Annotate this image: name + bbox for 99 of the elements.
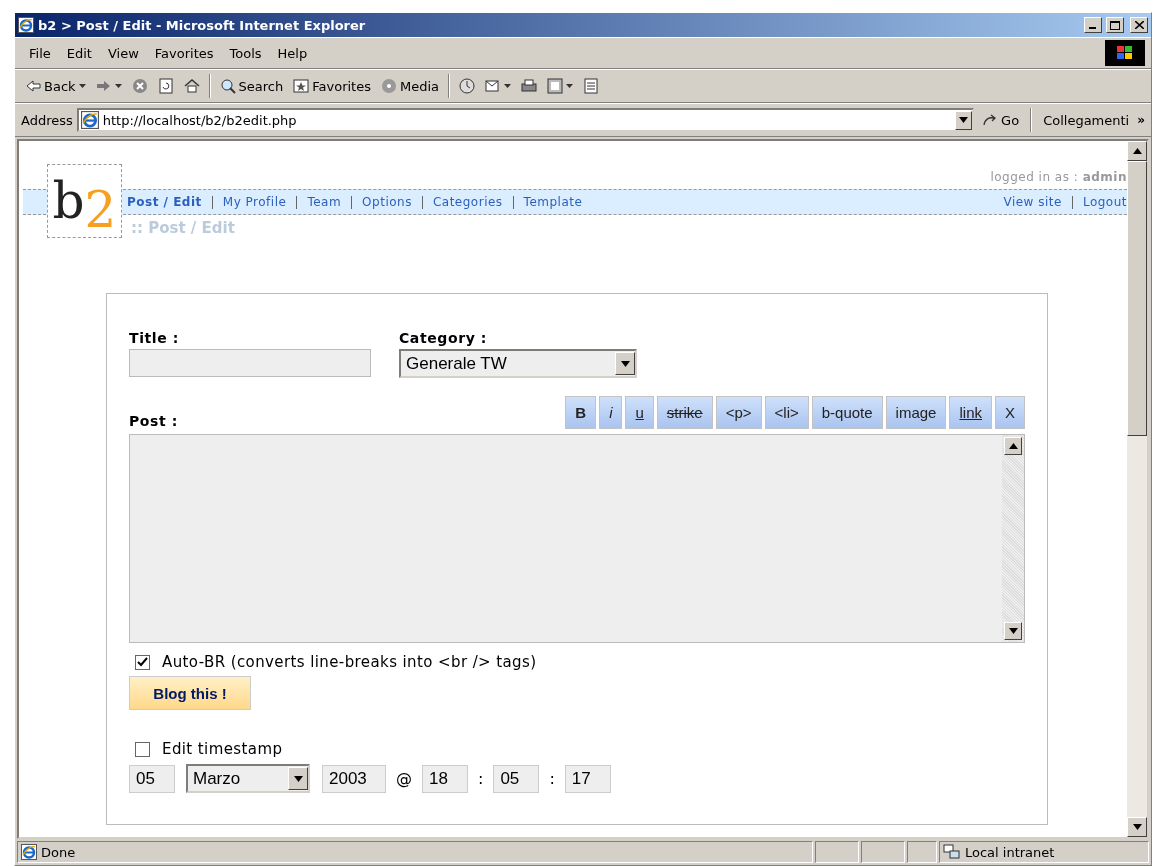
status-pane — [907, 841, 937, 863]
status-text: Done — [41, 844, 76, 860]
refresh-icon — [157, 78, 174, 94]
caret-icon — [959, 117, 969, 123]
maximize-icon — [1110, 20, 1120, 30]
checkbox[interactable] — [135, 654, 150, 670]
nav-link[interactable]: Post / Edit — [127, 195, 202, 209]
up-arrow-icon — [1132, 148, 1142, 154]
format-button[interactable]: X — [995, 396, 1025, 429]
address-field[interactable]: http://localhost/b2/b2edit.php — [76, 108, 975, 132]
network-icon — [943, 844, 961, 860]
caret-icon — [293, 775, 303, 782]
caret-icon — [620, 360, 630, 367]
chevron-text[interactable]: » — [1137, 113, 1145, 127]
nav-link[interactable]: Logout — [1082, 195, 1127, 209]
separator-text: : — [549, 769, 555, 788]
down-arrow-icon — [1008, 628, 1018, 634]
go-button[interactable]: Go — [978, 110, 1024, 130]
menu-item[interactable]: View — [99, 43, 147, 63]
ie-icon — [21, 844, 37, 860]
menu-item[interactable]: Favorites — [146, 43, 222, 63]
ie-icon — [18, 17, 34, 33]
field-label: Title : — [129, 330, 180, 346]
submit-button[interactable]: Blog this ! — [129, 676, 251, 710]
favorites-button[interactable]: Favorites — [289, 76, 375, 96]
menu-item[interactable]: File — [21, 43, 59, 63]
dropdown-button[interactable] — [955, 110, 973, 130]
separator-text: : — [478, 769, 484, 788]
caret-icon — [504, 84, 511, 88]
clock-icon — [459, 78, 475, 94]
nav-link[interactable]: View site — [1003, 195, 1062, 209]
arrow-icon — [25, 78, 41, 94]
page-icon — [583, 78, 599, 94]
stop-icon — [131, 78, 148, 94]
disc-icon — [380, 78, 397, 94]
month-select[interactable]: Marzo — [186, 764, 310, 793]
format-button[interactable]: <p> — [715, 396, 762, 429]
caret-icon — [114, 84, 122, 88]
up-arrow-icon — [1008, 443, 1018, 449]
nav-link[interactable]: Team — [307, 195, 342, 209]
down-arrow-icon — [1132, 824, 1142, 830]
arrow-icon — [95, 78, 112, 94]
media-button[interactable]: Media — [376, 76, 443, 96]
search-icon — [219, 78, 236, 94]
logo: b2 — [47, 164, 122, 238]
window-icon — [547, 78, 563, 94]
checkbox[interactable] — [135, 741, 150, 757]
status-pane — [861, 841, 905, 863]
minute-field[interactable]: 05 — [493, 764, 540, 793]
category-select[interactable]: Generale TW — [399, 349, 637, 378]
windows-logo — [1105, 40, 1145, 66]
title-field[interactable] — [129, 349, 371, 377]
page-heading: :: Post / Edit — [130, 218, 236, 237]
search-button[interactable]: Search — [215, 76, 288, 96]
back-button[interactable]: Back — [21, 76, 90, 96]
format-button[interactable]: u — [625, 396, 654, 429]
format-button[interactable]: B — [565, 396, 597, 429]
url-text: http://localhost/b2/b2edit.php — [102, 112, 297, 128]
scroll-thumb[interactable] — [1127, 161, 1147, 436]
caret-icon — [566, 84, 573, 88]
field-label: Category : — [399, 330, 489, 346]
scroll-up-button[interactable] — [1127, 141, 1147, 161]
at-sign: @ — [396, 769, 412, 788]
envelope-icon — [485, 78, 501, 94]
day-field[interactable]: 05 — [129, 764, 175, 793]
second-field[interactable]: 17 — [564, 764, 611, 793]
nav-link[interactable]: Categories — [432, 195, 503, 209]
minimize-button[interactable] — [1084, 17, 1102, 33]
format-button[interactable]: strike — [656, 396, 713, 429]
ie-icon — [80, 111, 99, 129]
hour-field[interactable]: 18 — [422, 764, 468, 793]
window-title: b2 > Post / Edit - Microsoft Internet Explorer — [38, 17, 367, 33]
nav-link[interactable]: Template — [523, 195, 583, 209]
menu-item[interactable]: Help — [269, 43, 316, 63]
nav-link[interactable]: My Profile — [222, 195, 287, 209]
zone-text: Local intranet — [965, 844, 1055, 860]
format-button[interactable]: image — [885, 396, 947, 429]
status-pane — [815, 841, 859, 863]
nav-link[interactable]: Options — [362, 195, 412, 209]
login-text: logged in as : admin — [989, 169, 1127, 186]
scroll-down-button[interactable] — [1127, 817, 1147, 837]
format-button[interactable]: i — [599, 396, 623, 429]
close-icon — [1134, 21, 1144, 29]
close-button[interactable] — [1130, 17, 1148, 33]
year-field[interactable]: 2003 — [322, 764, 386, 793]
maximize-button[interactable] — [1106, 17, 1124, 33]
menu-item[interactable]: Tools — [221, 43, 270, 63]
field-label: Post : — [129, 413, 179, 429]
links-button[interactable]: Collegamenti — [1039, 110, 1134, 130]
checkbox-label: Auto-BR (converts line-breaks into <br /> tags) — [162, 653, 537, 671]
format-button[interactable]: b-quote — [811, 396, 883, 429]
format-button[interactable]: link — [949, 396, 992, 429]
printer-icon — [521, 78, 537, 94]
caret-icon — [78, 84, 86, 88]
address-label: Address — [21, 112, 73, 128]
checkbox-label: Edit timestamp — [162, 740, 283, 758]
format-button[interactable]: <li> — [764, 396, 809, 429]
home-icon — [183, 78, 200, 94]
menu-item[interactable]: Edit — [58, 43, 100, 63]
